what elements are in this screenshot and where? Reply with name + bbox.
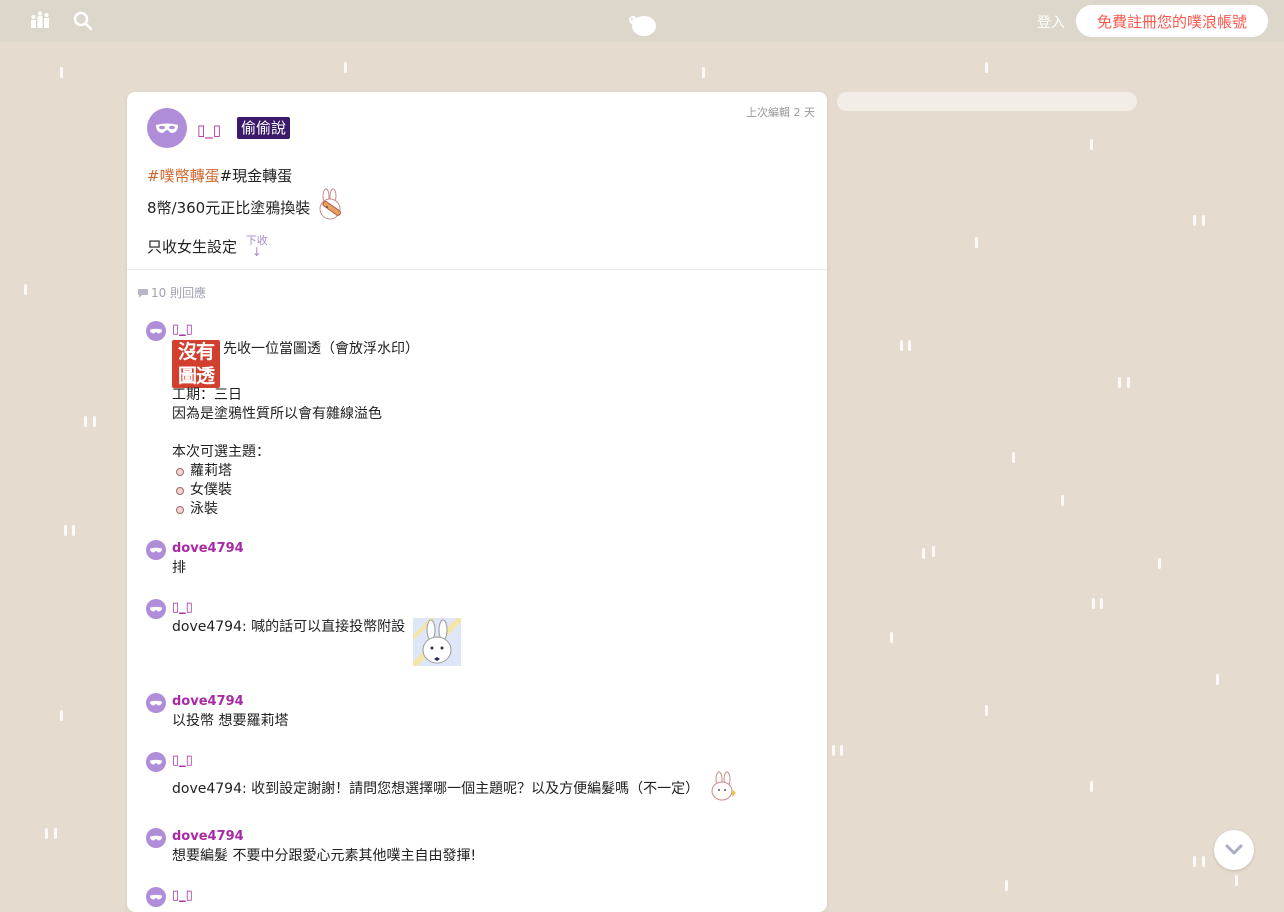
bunny-emoticon-icon xyxy=(708,771,738,807)
topic-list-item: 蘿莉塔 xyxy=(172,462,827,481)
collapse-toggle[interactable]: 下收 ↓ xyxy=(246,235,268,259)
avatar[interactable] xyxy=(146,321,166,341)
avatar[interactable] xyxy=(146,752,166,772)
response-content: 沒有 圖透 先收一位當圖透（會放浮水印） 工期：三日 因為是塗鴉性質所以會有雜線溢色… xyxy=(172,340,827,519)
response-content: dove4794: 收到設定謝謝！請問您想選擇哪一個主題呢？以及方便編髮嗎（不一… xyxy=(172,771,827,807)
chevron-down-icon xyxy=(1225,844,1243,855)
hashtag-text: #現金轉蛋 xyxy=(219,167,293,185)
topic-list-item: 泳裝 xyxy=(172,500,827,519)
avatar[interactable] xyxy=(146,887,166,907)
comment-icon xyxy=(138,289,148,298)
response-text: 排 xyxy=(172,560,186,576)
response-text: 因為是塗鴉性質所以會有雜線溢色 xyxy=(172,406,382,422)
bunny-sticker-icon xyxy=(410,615,463,672)
response-text: dove4794: 收到設定謝謝！請問您想選擇哪一個主題呢？以及方便編髮嗎（不一… xyxy=(172,781,700,797)
avatar[interactable] xyxy=(146,599,166,619)
post-line: 只收女生設定 xyxy=(147,238,238,256)
response-author[interactable]: ▯_▯ xyxy=(172,320,827,340)
badge-text: 沒有 xyxy=(177,341,215,363)
login-link[interactable]: 登入 xyxy=(1037,12,1065,32)
plurk-post: ▯_▯ 偷偷說 上次編輯 2 天 #噗幣轉蛋#現金轉蛋 8幣/360元正比塗鴉換… xyxy=(127,92,827,270)
top-bar: 登入 免費註冊您的噗浪帳號 xyxy=(0,0,1284,42)
avatar[interactable] xyxy=(146,828,166,848)
no-preview-sticker: 沒有 圖透 xyxy=(172,340,220,388)
response-text: 想要編髮 不要中分跟愛心元素其他噗主自由發揮! xyxy=(172,848,477,864)
avatar[interactable] xyxy=(147,108,187,148)
loading-placeholder xyxy=(837,92,1137,111)
plurk-logo-icon[interactable] xyxy=(626,11,658,36)
signup-button[interactable]: 免費註冊您的噗浪帳號 xyxy=(1076,5,1268,37)
response-author[interactable]: ▯_▯ xyxy=(172,751,827,771)
response-item: dove4794 以投幣 想要羅莉塔 xyxy=(127,692,827,731)
response-item: dove4794 排 xyxy=(127,539,827,578)
response-item: ▯_▯ xyxy=(127,886,827,907)
response-text: 本次可選主題： xyxy=(172,444,270,460)
response-text: 工期：三日 xyxy=(172,387,242,403)
search-icon[interactable] xyxy=(73,11,95,31)
response-content: dove4794: 喊的話可以直接投幣附設 xyxy=(172,615,827,672)
arrow-down-icon: ↓ xyxy=(251,245,262,259)
response-item: ▯_▯ dove4794: 收到設定謝謝！請問您想選擇哪一個主題呢？以及方便編髮… xyxy=(127,751,827,807)
response-text: dove4794: 喊的話可以直接投幣附設 xyxy=(172,619,406,635)
post-author-name[interactable]: ▯_▯ xyxy=(197,121,221,139)
post-line: 8幣/360元正比塗鴉換裝 xyxy=(147,199,311,217)
responses-list: ▯_▯ 沒有 圖透 先收一位當圖透（會放浮水印） 工期：三日 因為是塗鴉性質所以會有… xyxy=(127,320,827,912)
response-author[interactable]: dove4794 xyxy=(172,692,827,712)
response-item: ▯_▯ 沒有 圖透 先收一位當圖透（會放浮水印） 工期：三日 因為是塗鴉性質所以會有… xyxy=(127,320,827,519)
post-timestamp: 上次編輯 2 天 xyxy=(746,106,815,119)
qualifier-badge: 偷偷說 xyxy=(237,117,291,139)
avatar[interactable] xyxy=(146,693,166,713)
scroll-down-button[interactable] xyxy=(1214,830,1254,870)
response-item: ▯_▯ dove4794: 喊的話可以直接投幣附設 xyxy=(127,598,827,672)
hashtag-link[interactable]: #噗幣轉蛋 xyxy=(147,167,220,185)
avatar[interactable] xyxy=(146,540,166,560)
badge-text: 圖透 xyxy=(177,365,215,387)
response-author[interactable]: ▯_▯ xyxy=(172,886,827,906)
response-author[interactable]: dove4794 xyxy=(172,827,827,847)
post-content: #噗幣轉蛋#現金轉蛋 8幣/360元正比塗鴉換裝 只收女生設定 下收 ↓ xyxy=(147,164,344,259)
topic-list-item: 女僕裝 xyxy=(172,481,827,500)
response-author[interactable]: dove4794 xyxy=(172,539,827,559)
plurk-card: ▯_▯ 偷偷說 上次編輯 2 天 #噗幣轉蛋#現金轉蛋 8幣/360元正比塗鴉換… xyxy=(127,92,827,912)
explore-icon[interactable] xyxy=(30,11,52,31)
response-text: 先收一位當圖透（會放浮水印） xyxy=(223,341,419,357)
response-author[interactable]: ▯_▯ xyxy=(172,598,827,618)
reply-count: 10 則回應 xyxy=(137,284,206,301)
response-text: 以投幣 想要羅莉塔 xyxy=(172,713,289,729)
reply-count-text: 10 則回應 xyxy=(151,286,207,300)
response-item: dove4794 想要編髮 不要中分跟愛心元素其他噗主自由發揮! xyxy=(127,827,827,866)
rabbit-pencil-emoticon-icon xyxy=(316,188,344,229)
